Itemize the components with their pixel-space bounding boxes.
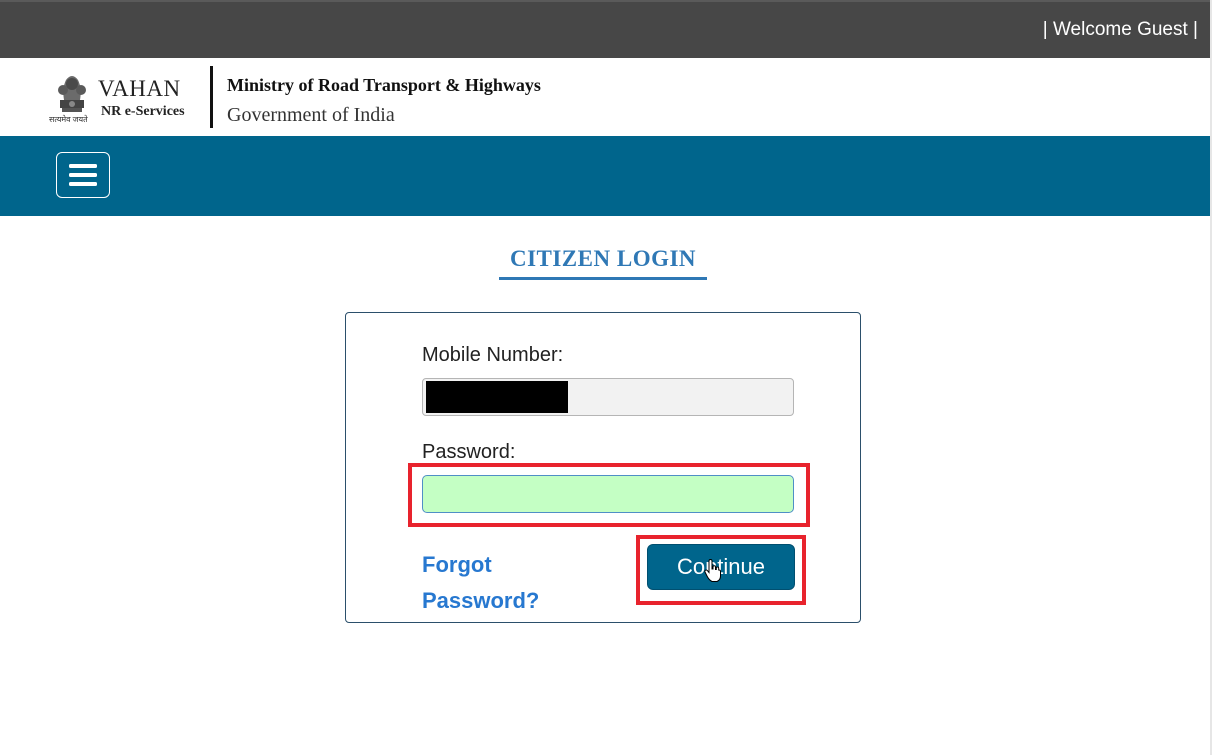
site-header: सत्यमेव जयते VAHAN NR e-Services Ministr… xyxy=(0,58,1210,136)
hamburger-menu-icon xyxy=(69,164,97,186)
government-name: Government of India xyxy=(227,104,395,126)
ministry-name: Ministry of Road Transport & Highways xyxy=(227,75,541,95)
password-label: Password: xyxy=(422,441,516,463)
brand-motto: सत्यमेव जयते xyxy=(49,115,88,124)
login-title: CITIZEN LOGIN xyxy=(509,246,697,271)
nav-bar xyxy=(0,136,1210,216)
login-title-underline xyxy=(499,277,707,280)
brand-subtitle: NR e-Services xyxy=(101,104,185,119)
continue-button[interactable]: Continue xyxy=(647,544,795,590)
welcome-guest-text: | Welcome Guest | xyxy=(1042,19,1198,40)
top-bar: | Welcome Guest | xyxy=(0,0,1210,58)
forgot-password-link[interactable]: Forgot Password? xyxy=(422,547,582,619)
mobile-number-label: Mobile Number: xyxy=(422,344,564,366)
mobile-number-input[interactable] xyxy=(422,378,794,416)
password-input[interactable] xyxy=(422,475,794,513)
redacted-mobile-value xyxy=(426,381,568,413)
menu-toggle-button[interactable] xyxy=(56,152,110,198)
brand-title: VAHAN xyxy=(98,76,181,101)
header-divider xyxy=(210,66,213,128)
